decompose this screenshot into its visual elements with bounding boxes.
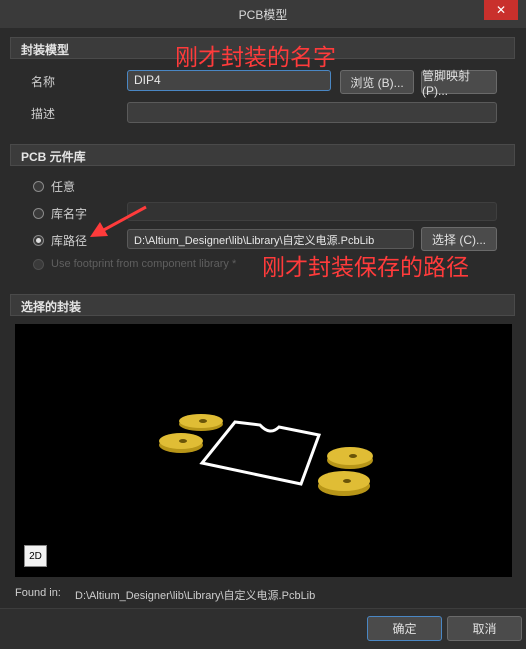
radio-circle-icon [33, 258, 44, 270]
radio-use-footprint: Use footprint from component library * [33, 258, 236, 270]
close-icon: ✕ [495, 3, 507, 17]
found-in-path: D:\Altium_Designer\lib\Library\自定义电源.Pcb… [75, 590, 316, 602]
radio-lib-path[interactable]: 库路径 [33, 232, 87, 249]
annotation-path-note: 刚才封装保存的路径 [262, 255, 469, 281]
browse-button[interactable]: 浏览 (B)... [340, 70, 414, 94]
pin-map-button[interactable]: 管脚映射 (P)... [421, 69, 497, 98]
view-2d-button[interactable]: 2D [24, 545, 47, 567]
annotation-name-note: 刚才封装的名字 [175, 45, 336, 71]
ok-button[interactable]: 确定 [367, 616, 442, 641]
footprint-preview[interactable]: 2D [15, 324, 512, 577]
radio-use-footprint-label: Use footprint from component library * [51, 258, 237, 270]
footprint-outline [199, 420, 322, 486]
title-bar: PCB模型 ✕ [0, 0, 526, 28]
close-button[interactable]: ✕ [484, 0, 518, 20]
footprint-pad [327, 447, 373, 469]
radio-any[interactable]: 任意 [33, 178, 75, 195]
name-label: 名称 [31, 75, 56, 89]
description-label: 描述 [31, 107, 56, 121]
footprint-pad [179, 414, 223, 431]
radio-lib-name-label: 库名字 [51, 207, 88, 221]
lib-name-field[interactable] [127, 202, 497, 221]
found-in-label: Found in: [15, 587, 61, 599]
radio-lib-name[interactable]: 库名字 [33, 205, 87, 222]
radio-any-label: 任意 [51, 180, 76, 194]
preview-section-header: 选择的封装 [10, 294, 515, 316]
radio-checked-icon [33, 235, 44, 246]
radio-circle-icon [33, 208, 44, 219]
radio-circle-icon [33, 181, 44, 192]
library-section-header: PCB 元件库 [10, 144, 515, 166]
lib-path-field[interactable]: D:\Altium_Designer\lib\Library\自定义电源.Pcb… [127, 229, 414, 249]
radio-lib-path-label: 库路径 [51, 234, 88, 248]
window-title: PCB模型 [238, 8, 288, 22]
name-field[interactable]: DIP4 [127, 70, 331, 91]
annotation-arrow-icon [90, 205, 147, 237]
footprint-3d-render [159, 414, 373, 496]
footprint-pad [318, 471, 370, 496]
description-field[interactable] [127, 102, 497, 123]
cancel-button[interactable]: 取消 [447, 616, 522, 641]
footprint-pad [159, 433, 203, 453]
